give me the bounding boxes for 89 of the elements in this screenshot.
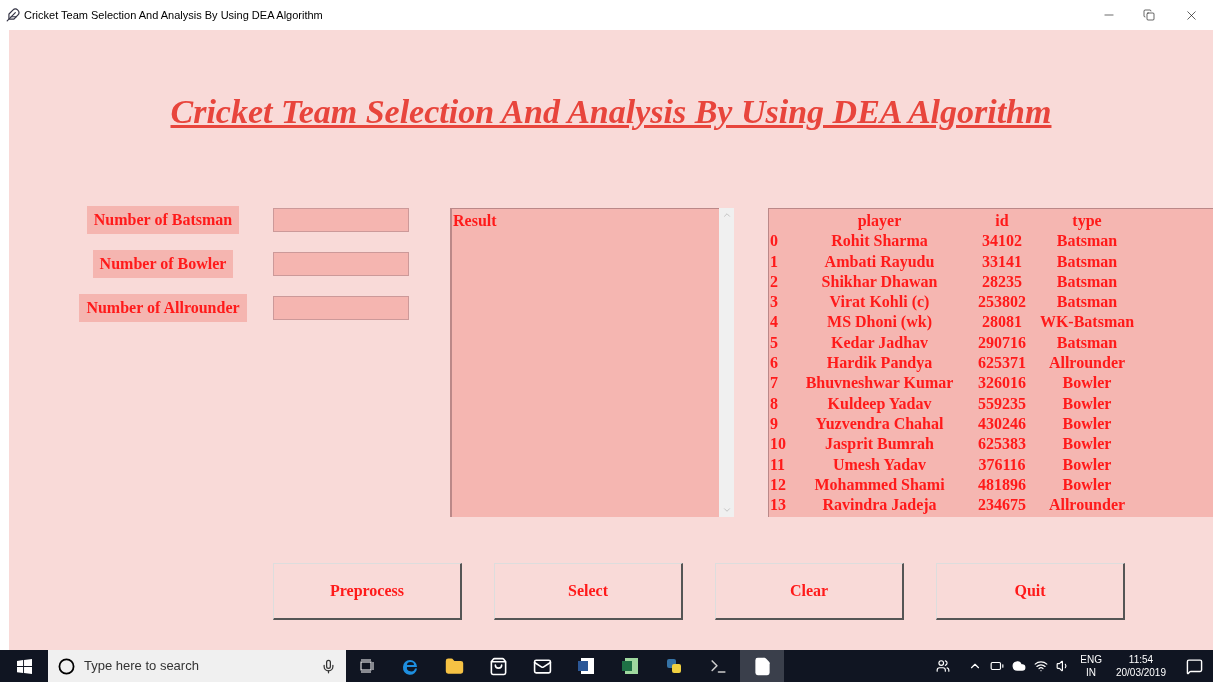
- player-id: 234675: [977, 495, 1027, 516]
- player-id: 430246: [977, 413, 1027, 434]
- row-index: 13: [770, 495, 787, 516]
- document-icon[interactable]: [740, 650, 784, 682]
- player-type: Batsman: [1055, 271, 1119, 292]
- row-index: 0: [770, 231, 779, 252]
- field-label: Number of Allrounder: [79, 294, 247, 322]
- input-field[interactable]: [273, 296, 409, 320]
- player-id: 33141: [981, 251, 1023, 272]
- action-button[interactable]: Select: [494, 563, 683, 620]
- player-name: Bhuvneshwar Kumar: [804, 373, 955, 394]
- row-index: 10: [770, 434, 787, 455]
- player-name: Jasprit Bumrah: [824, 434, 935, 455]
- input-field[interactable]: [273, 208, 409, 232]
- row-index: 7: [770, 373, 779, 394]
- player-name: Virat Kohli (c): [828, 292, 931, 313]
- player-type: Batsman: [1055, 231, 1119, 252]
- wifi-icon[interactable]: [1034, 659, 1049, 673]
- language-indicator[interactable]: ENG IN: [1078, 653, 1104, 679]
- row-index: 4: [770, 312, 779, 333]
- player-type: Allrounder: [1047, 353, 1127, 374]
- input-field[interactable]: [273, 252, 409, 276]
- player-name: Mohammed Shami: [813, 474, 946, 495]
- field-label: Number of Bowler: [92, 250, 234, 278]
- column-header: id: [994, 211, 1010, 231]
- player-id: 481896: [977, 474, 1027, 495]
- people-icon[interactable]: [936, 659, 951, 673]
- microphone-icon[interactable]: [321, 658, 336, 674]
- player-name: Kedar Jadhav: [829, 332, 930, 353]
- player-id: 253802: [977, 292, 1027, 313]
- player-name: Ravindra Jadeja: [821, 495, 938, 516]
- player-id: 28235: [981, 271, 1023, 292]
- player-type: WK-Batsman: [1038, 312, 1136, 333]
- player-name: Yuzvendra Chahal: [814, 413, 945, 434]
- player-id: 559235: [977, 393, 1027, 414]
- row-index: 12: [770, 474, 787, 495]
- player-id: 376116: [977, 454, 1027, 475]
- player-type: Batsman: [1055, 251, 1119, 272]
- player-type: Allrounder: [1047, 495, 1127, 516]
- action-button[interactable]: Preprocess: [273, 563, 462, 620]
- player-id: 326016: [977, 373, 1027, 394]
- row-index: 6: [770, 353, 779, 374]
- result-text: Result: [453, 212, 497, 229]
- player-type: Bowler: [1061, 393, 1113, 414]
- player-id: 625383: [977, 434, 1027, 455]
- windows-icon: [16, 658, 32, 674]
- player-name: Ambati Rayudu: [823, 251, 936, 272]
- page-heading: Cricket Team Selection And Analysis By Using DEA Algorithm: [170, 92, 1052, 132]
- player-name: Umesh Yadav: [831, 454, 928, 475]
- player-type: Bowler: [1061, 474, 1113, 495]
- player-type: Batsman: [1055, 292, 1119, 313]
- field-label: Number of Batsman: [86, 206, 240, 234]
- restore-icon: [1143, 9, 1155, 21]
- player-id: 28081: [981, 312, 1023, 333]
- player-type: Bowler: [1061, 413, 1113, 434]
- player-id: 290716: [977, 332, 1027, 353]
- row-index: 1: [770, 251, 779, 272]
- result-area[interactable]: Result: [450, 208, 719, 517]
- cloud-icon[interactable]: [1012, 659, 1027, 673]
- search-icon: [58, 657, 75, 675]
- column-header: player: [856, 211, 903, 232]
- player-type: Batsman: [1055, 332, 1119, 353]
- player-name: Shikhar Dhawan: [820, 271, 939, 292]
- search-box[interactable]: Type here to search: [48, 650, 346, 682]
- search-placeholder: Type here to search: [84, 657, 199, 676]
- action-button[interactable]: Clear: [715, 563, 904, 620]
- row-index: 11: [770, 454, 787, 475]
- player-name: Hardik Pandya: [825, 353, 934, 374]
- clock-time[interactable]: 11:54: [1128, 653, 1154, 666]
- player-type: Bowler: [1061, 434, 1113, 455]
- action-button[interactable]: Quit: [936, 563, 1125, 620]
- player-name: MS Dhoni (wk): [826, 312, 933, 333]
- window-title: Cricket Team Selection And Analysis By Using DEA Algorithm: [24, 7, 323, 23]
- row-index: 3: [770, 292, 779, 313]
- clock-date[interactable]: 20/03/2019: [1115, 666, 1166, 679]
- player-type: Bowler: [1061, 454, 1113, 475]
- player-name: Rohit Sharma: [830, 231, 929, 252]
- player-name: Kuldeep Yadav: [826, 393, 933, 414]
- player-id: 34102: [981, 231, 1023, 252]
- row-index: 9: [770, 413, 779, 434]
- feather-icon: [6, 8, 20, 22]
- notification-icon[interactable]: [1186, 657, 1203, 675]
- battery-icon[interactable]: [990, 659, 1005, 673]
- player-type: Bowler: [1061, 373, 1113, 394]
- player-id: 625371: [977, 353, 1027, 374]
- row-index: 2: [770, 271, 779, 292]
- row-index: 8: [770, 393, 779, 414]
- row-index: 5: [770, 332, 779, 353]
- column-header: type: [1071, 211, 1103, 232]
